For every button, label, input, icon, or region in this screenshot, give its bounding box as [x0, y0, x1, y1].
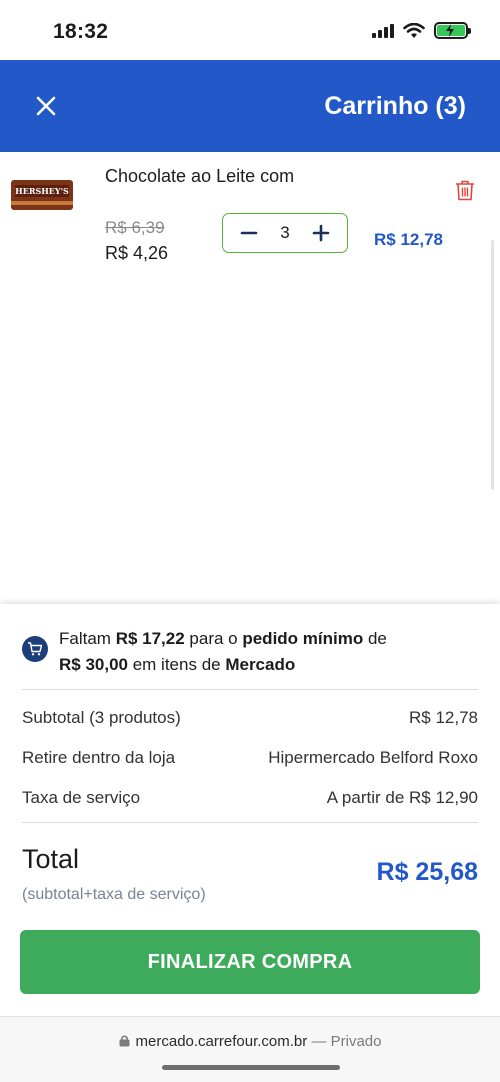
cart-icon: [22, 636, 48, 662]
pickup-label: Retire dentro da loja: [22, 748, 176, 767]
close-button[interactable]: [30, 90, 62, 122]
subtotal-label: Subtotal (3 produtos): [22, 708, 181, 727]
checkout-button[interactable]: FINALIZAR COMPRA: [20, 930, 480, 994]
service-fee-row: Taxa de serviço A partir de R$ 12,90: [22, 788, 478, 808]
current-price: R$ 4,26: [105, 243, 169, 263]
service-fee-value: A partir de R$ 12,90: [326, 788, 478, 807]
remove-item-button[interactable]: [455, 179, 475, 206]
status-bar: 18:32: [0, 0, 500, 60]
product-image-brand: HERSHEY'S: [15, 185, 69, 197]
lock-icon: [119, 1035, 130, 1047]
total-note: (subtotal+taxa de serviço): [22, 886, 206, 903]
pickup-store: Hipermercado Belford Roxo: [268, 748, 478, 767]
divider: [22, 689, 478, 690]
item-line-total: R$ 12,78: [374, 230, 443, 249]
subtotal-value: R$ 12,78: [409, 708, 478, 727]
cart-header: Carrinho (3): [0, 60, 500, 152]
increase-quantity-button[interactable]: [311, 220, 331, 246]
minus-icon: [240, 231, 258, 235]
battery-charging-icon: [434, 22, 471, 39]
order-summary: Faltam R$ 17,22 para o pedido mínimo de R…: [0, 604, 500, 1016]
total-label: Total: [22, 844, 80, 874]
minimum-order-text: Faltam R$ 17,22 para o pedido mínimo de R…: [59, 629, 387, 674]
home-indicator[interactable]: [162, 1065, 340, 1070]
address-bar[interactable]: mercado.carrefour.com.br — Privado: [0, 1033, 500, 1050]
trash-icon: [456, 180, 474, 201]
plus-icon: [312, 224, 330, 242]
product-image[interactable]: HERSHEY'S: [11, 180, 73, 210]
total-value: R$ 25,68: [376, 858, 478, 886]
decrease-quantity-button[interactable]: [239, 220, 259, 246]
wifi-icon: [403, 22, 425, 38]
signal-icon: [372, 23, 394, 38]
service-fee-label: Taxa de serviço: [22, 788, 141, 807]
browser-bar: mercado.carrefour.com.br — Privado: [0, 1016, 500, 1082]
divider: [22, 822, 478, 823]
cart-item: HERSHEY'S Chocolate ao Leite com R$ 6,39…: [0, 152, 500, 272]
subtotal-row: Subtotal (3 produtos) R$ 12,78: [22, 708, 478, 728]
product-name[interactable]: Chocolate ao Leite com: [105, 166, 294, 187]
url-text: mercado.carrefour.com.br: [135, 1033, 308, 1050]
close-icon: [36, 96, 56, 116]
quantity-value: 3: [280, 223, 290, 242]
page-title: Carrinho (3): [324, 92, 466, 120]
old-price: R$ 6,39: [105, 218, 165, 237]
status-time: 18:32: [53, 20, 109, 43]
pickup-row: Retire dentro da loja Hipermercado Belfo…: [22, 748, 478, 768]
private-label: — Privado: [311, 1033, 382, 1050]
scrollbar[interactable]: [491, 240, 494, 490]
status-icons: [372, 22, 471, 39]
quantity-stepper: 3: [222, 213, 348, 253]
